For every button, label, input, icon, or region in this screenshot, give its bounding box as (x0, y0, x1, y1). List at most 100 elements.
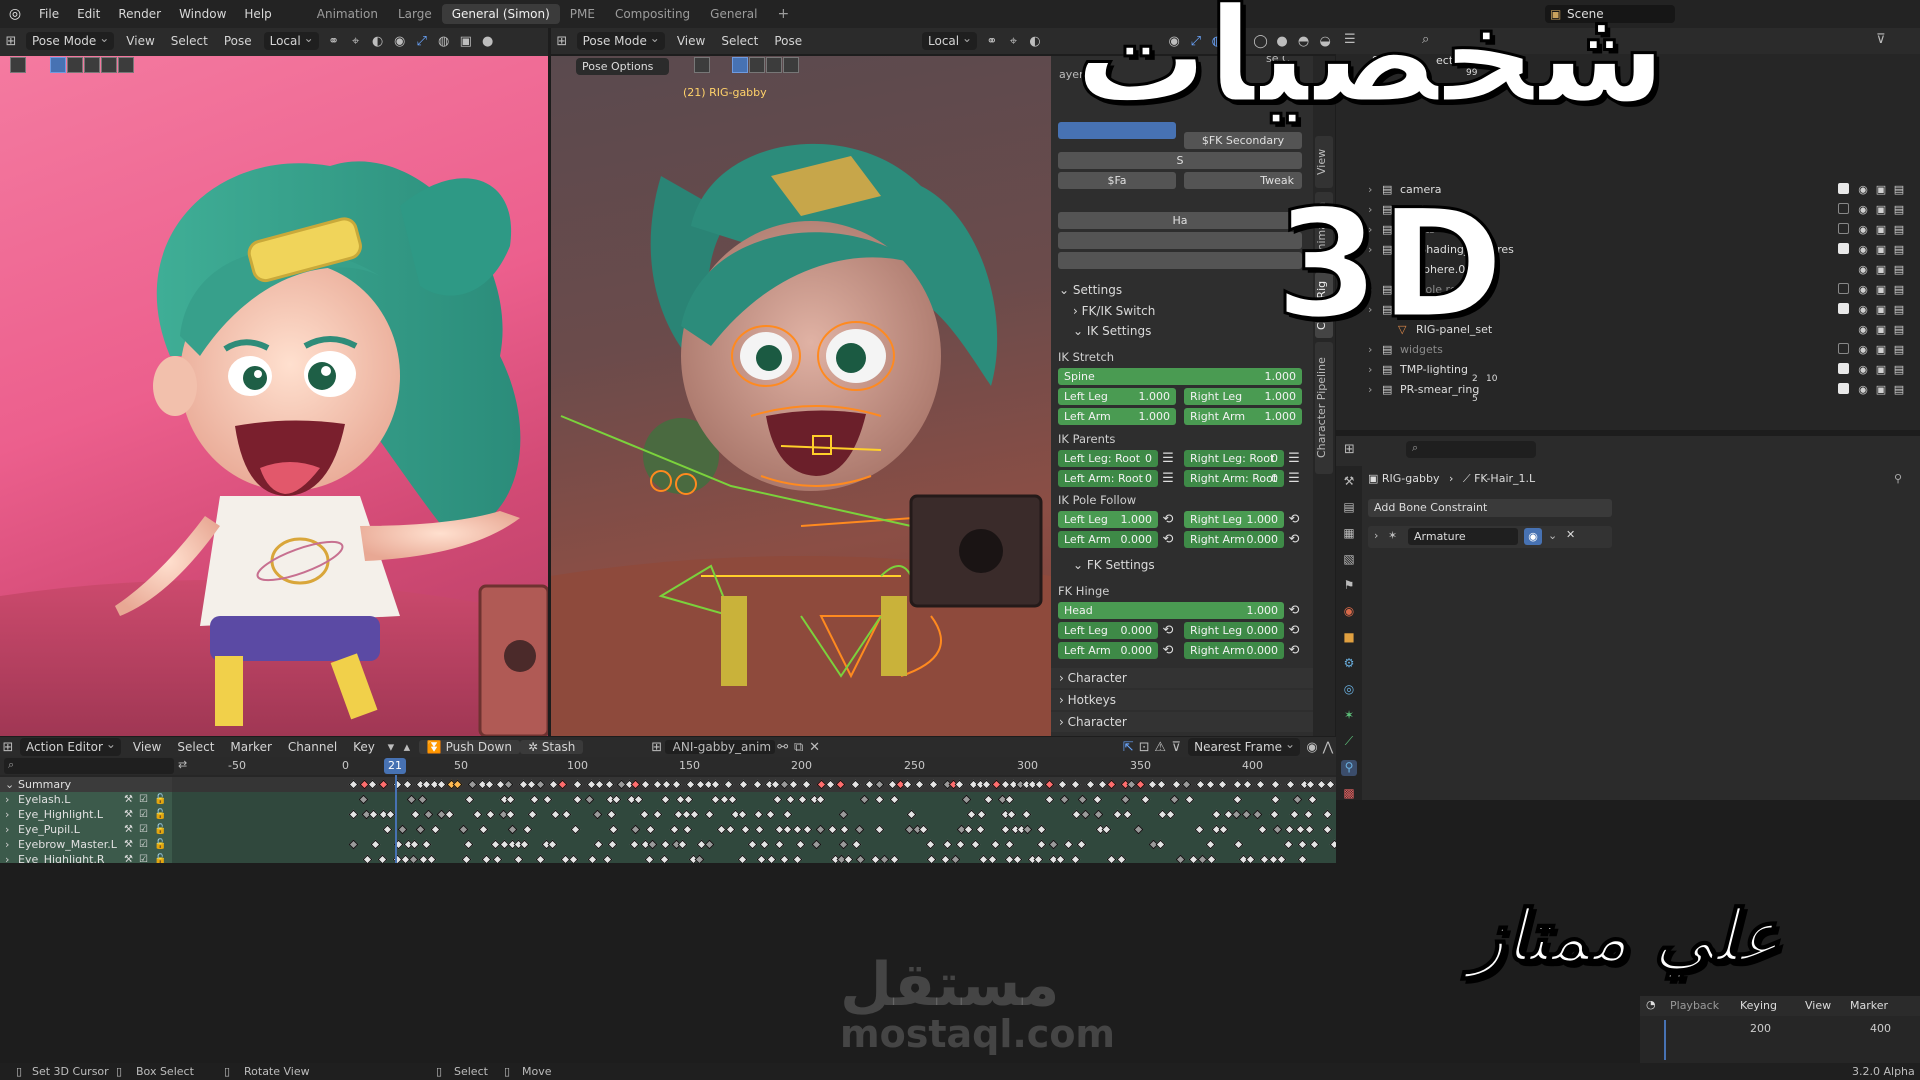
left-arm-hinge-slider[interactable]: Left Arm 0.000 (1058, 642, 1158, 659)
keyframe[interactable] (1297, 854, 1308, 863)
tool-select-icon[interactable] (10, 57, 26, 73)
constraint-name-field[interactable]: Armature (1408, 528, 1518, 545)
show-hidden-icon[interactable]: ⊡ (1136, 740, 1152, 755)
right-arm-stretch-slider[interactable]: Right Arm 1.000 (1184, 408, 1302, 425)
snap-refresh-icon[interactable]: ⟲ (1285, 531, 1303, 548)
keyframe[interactable] (1245, 854, 1256, 863)
unlink-action-icon[interactable]: ✕ (807, 740, 823, 755)
bone-channel[interactable]: › Eye_Pupil.L ⚒ ☑ 🔓 (0, 822, 172, 837)
chevron-down-icon[interactable]: ⌄ (1548, 529, 1557, 542)
keyframe-row[interactable] (172, 822, 1336, 837)
ae-menu-select[interactable]: Select (169, 740, 222, 754)
dopesheet-editor-icon[interactable]: ⊞ (0, 740, 16, 755)
keyframe[interactable] (592, 809, 603, 820)
only-selected-icon[interactable]: ⇱ (1120, 740, 1136, 755)
bone-channel[interactable]: › Eye_Highlight.L ⚒ ☑ 🔓 (0, 807, 172, 822)
keyframe[interactable] (1133, 824, 1144, 835)
keyframe[interactable] (522, 824, 533, 835)
keyframe[interactable] (1092, 794, 1103, 805)
keyframe[interactable] (782, 824, 793, 835)
keyframe[interactable] (608, 824, 619, 835)
keyframe[interactable] (874, 824, 885, 835)
keyframe[interactable] (492, 854, 503, 863)
keyframe[interactable] (481, 854, 492, 863)
keyframe[interactable] (607, 839, 618, 850)
left-arm-stretch-slider[interactable]: Left Arm 1.000 (1058, 408, 1176, 425)
eye-icon[interactable]: ◉ (1856, 283, 1870, 297)
list-icon[interactable]: ☰ (1159, 470, 1177, 487)
render-icon[interactable]: ▤ (1892, 263, 1906, 277)
outliner-row[interactable]: › ▤ TMP-lighting ◉ ▣ ▤ (1336, 362, 1920, 378)
mute-checkbox[interactable]: ☑ (139, 852, 148, 863)
world-tab-icon[interactable]: ◉ (1341, 604, 1357, 620)
keyframe[interactable] (644, 854, 655, 863)
keyframe[interactable] (368, 809, 379, 820)
keyframe[interactable] (406, 794, 417, 805)
keyframe[interactable] (1076, 839, 1087, 850)
keyframe[interactable] (772, 794, 783, 805)
keyframe[interactable] (756, 854, 767, 863)
menu-window[interactable]: Window (170, 7, 235, 21)
stash-button[interactable]: ✲ Stash (519, 740, 584, 754)
workspace-tab-large[interactable]: Large (388, 4, 442, 24)
keyframe[interactable] (348, 779, 359, 790)
keyframe[interactable] (1242, 779, 1253, 790)
keyframe[interactable] (1004, 839, 1015, 850)
keyframe[interactable] (782, 809, 793, 820)
errors-icon[interactable]: ⚠ (1152, 740, 1168, 755)
gizmo-icon[interactable]: ⤢ (411, 34, 433, 49)
keyframe[interactable] (963, 824, 974, 835)
keyframe[interactable] (1101, 824, 1112, 835)
modifier-tab-icon[interactable]: ⚙ (1341, 656, 1357, 672)
render-icon[interactable]: ▤ (1892, 303, 1906, 317)
keyframe[interactable] (802, 824, 813, 835)
camera-restrict-icon[interactable]: ▣ (1874, 183, 1888, 197)
shading-solid-icon[interactable]: ● (477, 34, 499, 49)
keyframe[interactable] (925, 839, 936, 850)
render-icon[interactable]: ▤ (1892, 343, 1906, 357)
render-icon[interactable]: ▤ (1892, 383, 1906, 397)
keyframe[interactable] (779, 854, 790, 863)
scene-tab-icon[interactable]: ⚑ (1341, 578, 1357, 594)
right-menu-pose[interactable]: Pose (766, 34, 810, 48)
right-select-mode-invert-icon[interactable] (783, 57, 799, 73)
action-name-field[interactable]: ANI-gabby_anim (664, 740, 775, 754)
keyframe[interactable] (478, 824, 489, 835)
character-panel-header-2[interactable]: › Character (1051, 712, 1313, 732)
keyframe[interactable] (671, 779, 682, 790)
action-editor-mode-dropdown[interactable]: Action Editor (19, 737, 121, 756)
eye-icon[interactable]: ◉ (1856, 263, 1870, 277)
eye-icon[interactable]: ◉ (1856, 243, 1870, 257)
eye-icon[interactable]: ◉ (1856, 383, 1870, 397)
select-mode-new-icon[interactable] (50, 57, 66, 73)
close-icon[interactable]: ✕ (1566, 528, 1575, 541)
layer-toggle-fa[interactable]: $Fa (1058, 172, 1176, 189)
keyframe[interactable] (1257, 824, 1268, 835)
keyframe[interactable] (754, 824, 765, 835)
render-tab-icon[interactable]: ▤ (1341, 500, 1357, 516)
exclude-checkbox[interactable] (1836, 343, 1850, 357)
camera-restrict-icon[interactable]: ▣ (1874, 203, 1888, 217)
keyframe[interactable] (918, 824, 929, 835)
keyframe[interactable] (752, 779, 763, 790)
keyframe[interactable] (507, 824, 518, 835)
lock-icon[interactable]: 🔓 (154, 792, 166, 807)
fk-secondary-toggle[interactable]: $FK Secondary (1184, 132, 1302, 149)
keyframe[interactable] (1211, 809, 1222, 820)
fake-user-icon[interactable]: ⚯ (775, 740, 791, 755)
keyframe[interactable] (1122, 809, 1133, 820)
keyframe[interactable] (1304, 824, 1315, 835)
keyframe[interactable] (348, 839, 359, 850)
keyframe[interactable] (519, 839, 530, 850)
keyframe[interactable] (1322, 824, 1333, 835)
left-leg-stretch-slider[interactable]: Left Leg 1.000 (1058, 388, 1176, 405)
keyframe-row[interactable] (172, 807, 1336, 822)
mute-checkbox[interactable]: ☑ (139, 807, 148, 822)
keyframe[interactable] (464, 794, 475, 805)
keyframe[interactable] (1232, 779, 1243, 790)
keyframe[interactable] (704, 809, 715, 820)
expand-arrow-icon[interactable]: › (1368, 362, 1372, 378)
keyframe[interactable] (444, 809, 455, 820)
keyframe[interactable] (825, 779, 836, 790)
keyframe[interactable] (1022, 824, 1033, 835)
